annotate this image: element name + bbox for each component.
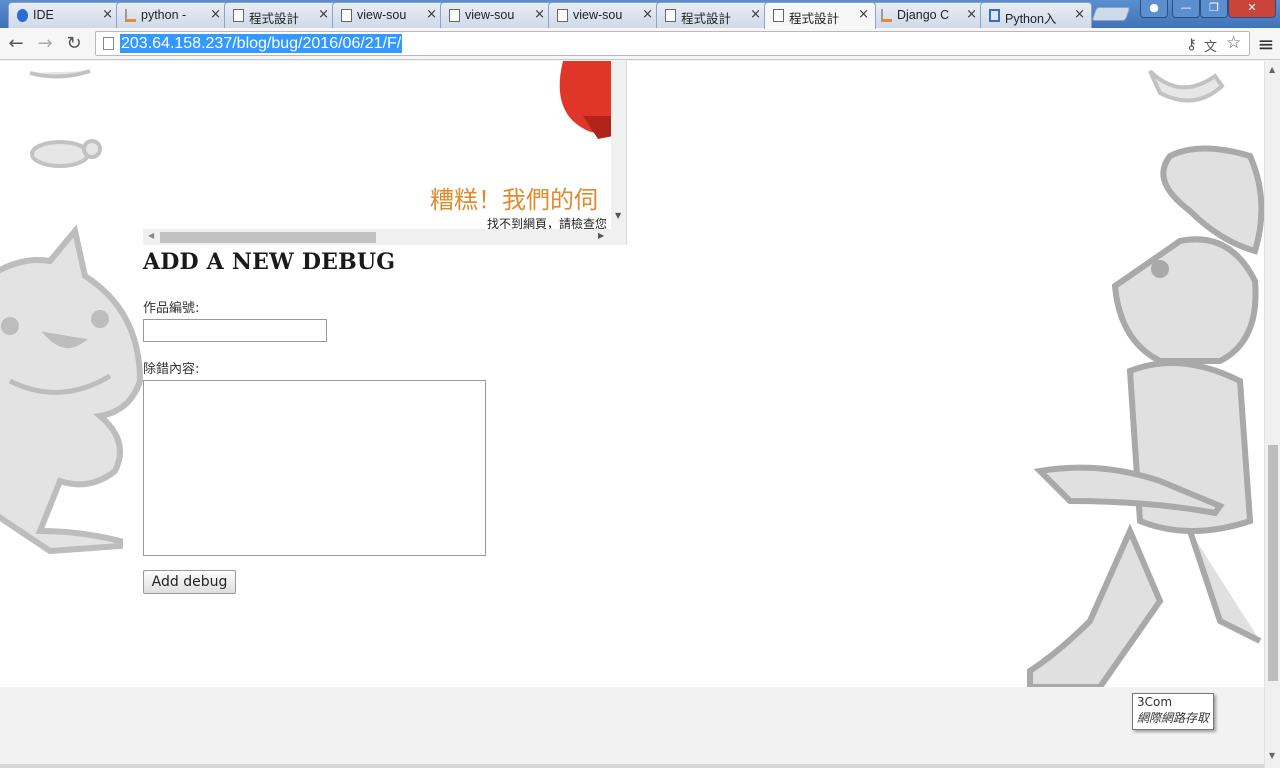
stackoverflow-icon	[881, 9, 892, 22]
tab[interactable]: 程式設計 ×	[764, 2, 876, 29]
tab-close-icon[interactable]: ×	[1074, 7, 1085, 22]
tab-title: view-sou	[357, 8, 407, 22]
back-button[interactable]: ←	[4, 32, 28, 56]
cat-sprite-icon	[0, 224, 144, 555]
embedded-error-frame: 糟糕！我們的伺 找不到網頁，請檢查您 ▼ ◀ ▶	[143, 61, 627, 245]
scroll-left-arrow-icon[interactable]: ◀	[148, 231, 154, 240]
error-heading: 糟糕！我們的伺	[430, 186, 598, 214]
scroll-down-arrow-icon[interactable]: ▼	[615, 211, 621, 220]
translate-icon[interactable]: 文	[1204, 36, 1217, 55]
page-icon	[773, 9, 784, 22]
page-viewport: 糟糕！我們的伺 找不到網頁，請檢查您 ▼ ◀ ▶ ADD A NEW DEBUG…	[0, 61, 1264, 687]
browser-toolbar: ← → ↻ 203.64.158.237/blog/bug/2016/06/21…	[0, 28, 1280, 60]
embed-scroll-thumb[interactable]	[160, 232, 376, 243]
tooltip-title: 3Com	[1137, 695, 1173, 709]
tab-close-icon[interactable]: ×	[210, 7, 221, 22]
form-title: ADD A NEW DEBUG	[143, 249, 396, 275]
window-close-button[interactable]: ✕	[1228, 0, 1276, 18]
tab[interactable]: view-sou ×	[548, 2, 660, 28]
page-icon	[557, 9, 568, 22]
tab[interactable]: Django C ×	[872, 2, 984, 28]
code-icon	[17, 9, 28, 22]
page-icon	[103, 37, 114, 50]
new-tab-button[interactable]	[1091, 7, 1131, 21]
back-arrow-icon: ←	[8, 33, 24, 54]
bug-sprite-icon	[29, 69, 102, 168]
tab-title: Python入	[1005, 12, 1057, 26]
tab[interactable]: IDE ×	[8, 2, 120, 28]
browser-titlebar: IDE × python - × 程式設計 × view-sou × view-sou × view…	[0, 0, 1280, 29]
knight-sprite-icon	[1027, 145, 1264, 687]
page-icon	[341, 9, 352, 22]
tab-close-icon[interactable]: ×	[966, 7, 977, 22]
embed-horizontal-scrollbar[interactable]: ◀ ▶	[143, 229, 611, 245]
taskbar-edge	[0, 764, 1264, 768]
tab-close-icon[interactable]: ×	[318, 7, 329, 22]
tab-title: python -	[141, 8, 187, 22]
menu-icon: ≡	[1257, 32, 1275, 56]
url-text[interactable]: 203.64.158.237/blog/bug/2016/06/21/F/	[120, 34, 403, 53]
network-tooltip: 3Com 網際網路存取	[1132, 693, 1214, 730]
project-id-input[interactable]	[143, 319, 327, 342]
tab-close-icon[interactable]: ×	[642, 7, 653, 22]
page-scroll-thumb[interactable]	[1268, 445, 1278, 681]
tab[interactable]: 程式設計 ×	[224, 2, 336, 28]
debug-content-label: 除錯內容:	[143, 362, 200, 377]
tab-close-icon[interactable]: ×	[534, 7, 545, 22]
tab-title: 程式設計	[681, 12, 732, 26]
reload-button[interactable]: ↻	[62, 32, 86, 56]
tab[interactable]: 程式設計 ×	[656, 2, 768, 28]
scroll-down-arrow-icon[interactable]: ▼	[1269, 751, 1275, 760]
maximize-button[interactable]: ❐	[1200, 0, 1228, 18]
tab-close-icon[interactable]: ×	[858, 7, 869, 22]
chrome-menu-button[interactable]: ≡	[1254, 32, 1278, 56]
stackoverflow-icon	[125, 9, 136, 22]
page-icon	[665, 9, 676, 22]
page-vertical-scrollbar[interactable]: ▲ ▼	[1264, 61, 1280, 768]
forward-button[interactable]: →	[33, 32, 57, 56]
tab-title: view-sou	[573, 8, 623, 22]
scroll-up-arrow-icon[interactable]: ▲	[1269, 65, 1275, 74]
key-icon[interactable]: ⚷	[1186, 35, 1197, 53]
tab-title: 程式設計	[789, 12, 840, 26]
tab[interactable]: Python入 ×	[980, 2, 1092, 28]
mascot-illustration	[559, 61, 613, 139]
debug-content-textarea[interactable]	[143, 380, 486, 556]
address-bar[interactable]: 203.64.158.237/blog/bug/2016/06/21/F/ ⚷ …	[95, 31, 1250, 56]
window-icon	[989, 9, 1000, 22]
tab-title: view-sou	[465, 8, 515, 22]
bookmark-star-icon[interactable]: ☆	[1226, 33, 1241, 53]
tab-title: Django C	[897, 8, 950, 22]
scroll-right-arrow-icon[interactable]: ▶	[598, 231, 604, 240]
tab[interactable]: view-sou ×	[332, 2, 444, 28]
page-bottom-area	[0, 687, 1264, 768]
tab[interactable]: python - ×	[116, 2, 228, 28]
add-debug-button[interactable]: Add debug	[143, 570, 236, 594]
bird-sprite-icon	[1148, 69, 1225, 103]
tab-close-icon[interactable]: ×	[102, 7, 113, 22]
project-id-label: 作品編號:	[143, 301, 200, 316]
minimize-button[interactable]: —	[1172, 0, 1200, 18]
tab-close-icon[interactable]: ×	[426, 7, 437, 22]
tab-close-icon[interactable]: ×	[750, 7, 761, 22]
forward-arrow-icon: →	[37, 33, 53, 54]
embed-vertical-scrollbar[interactable]: ▼	[611, 61, 626, 245]
tab-title: 程式設計	[249, 12, 300, 26]
tab-title: IDE	[33, 8, 54, 22]
page-icon	[233, 9, 244, 22]
tab[interactable]: view-sou ×	[440, 2, 552, 28]
reload-icon: ↻	[66, 33, 82, 54]
page-icon	[449, 9, 460, 22]
user-icon[interactable]: ●	[1140, 0, 1168, 18]
tooltip-subtitle: 網際網路存取	[1137, 711, 1210, 725]
